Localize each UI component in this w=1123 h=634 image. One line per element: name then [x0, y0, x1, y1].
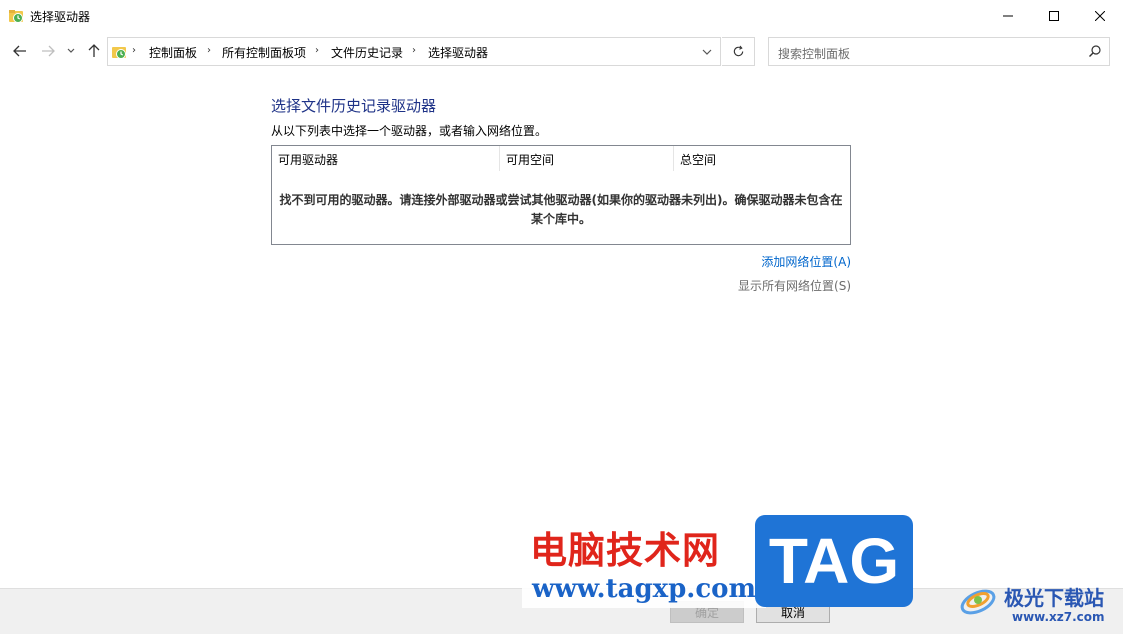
empty-list-message: 找不到可用的驱动器。请连接外部驱动器或尝试其他驱动器(如果你的驱动器未列出)。确…	[279, 193, 843, 226]
search-icon[interactable]	[1088, 44, 1102, 58]
breadcrumb-select-drive[interactable]: 选择驱动器	[428, 44, 488, 61]
arrow-right-icon	[42, 45, 55, 57]
forward-button[interactable]	[37, 40, 59, 62]
column-header-free-space[interactable]: 可用空间	[500, 146, 674, 171]
watermark-site-name: 极光下载站	[1004, 586, 1104, 610]
chevron-right-icon[interactable]: ›	[412, 45, 416, 56]
column-header-available-drives[interactable]: 可用驱动器	[272, 146, 500, 171]
watermark-url: www.tagxp.com	[522, 570, 767, 608]
close-button[interactable]	[1077, 0, 1123, 32]
breadcrumb-all-items[interactable]: 所有控制面板项	[222, 44, 306, 61]
arrow-left-icon	[13, 45, 26, 57]
minimize-button[interactable]	[985, 0, 1031, 32]
file-history-icon	[9, 10, 23, 23]
add-network-location-link[interactable]: 添加网络位置(A)	[761, 253, 851, 270]
control-panel-icon	[112, 47, 126, 59]
window-title: 选择驱动器	[30, 10, 91, 24]
watermark-site-url: www.xz7.com	[1012, 610, 1105, 624]
search-input[interactable]: 搜索控制面板	[778, 45, 850, 62]
watermark-text: 电脑技术网	[530, 529, 720, 572]
up-button[interactable]	[83, 40, 105, 62]
chevron-right-icon[interactable]: ›	[132, 45, 136, 56]
refresh-icon	[733, 45, 743, 57]
arrow-up-icon	[88, 44, 100, 57]
close-icon	[1095, 11, 1105, 21]
breadcrumb-control-panel[interactable]: 控制面板	[149, 44, 197, 61]
address-bar[interactable]: › 控制面板 › 所有控制面板项 › 文件历史记录 › 选择驱动器	[107, 37, 721, 66]
maximize-button[interactable]	[1031, 0, 1077, 32]
minimize-icon	[1003, 15, 1013, 17]
address-dropdown-button[interactable]	[698, 44, 716, 60]
title-bar: 选择驱动器	[0, 0, 1123, 32]
chevron-down-icon	[702, 49, 712, 55]
navigation-bar: › 控制面板 › 所有控制面板项 › 文件历史记录 › 选择驱动器 搜索控制面板	[0, 32, 1123, 70]
chevron-right-icon[interactable]: ›	[207, 45, 211, 56]
chevron-right-icon[interactable]: ›	[315, 45, 319, 56]
page-title: 选择文件历史记录驱动器	[271, 97, 437, 115]
back-button[interactable]	[9, 40, 31, 62]
aurora-logo-icon	[960, 589, 996, 615]
instruction-text: 从以下列表中选择一个驱动器，或者输入网络位置。	[271, 124, 548, 138]
chevron-down-icon	[67, 48, 75, 53]
search-box[interactable]: 搜索控制面板	[768, 37, 1110, 66]
column-header-total-space[interactable]: 总空间	[674, 146, 850, 171]
drive-list[interactable]: 可用驱动器 可用空间 总空间 找不到可用的驱动器。请连接外部驱动器或尝试其他驱动…	[271, 145, 851, 245]
maximize-icon	[1049, 11, 1059, 21]
refresh-button[interactable]	[722, 37, 755, 66]
watermark-tag-logo: TAG	[755, 515, 913, 607]
breadcrumb-file-history[interactable]: 文件历史记录	[331, 44, 403, 61]
recent-locations-button[interactable]	[63, 40, 79, 62]
show-network-locations-link[interactable]: 显示所有网络位置(S)	[738, 277, 851, 294]
